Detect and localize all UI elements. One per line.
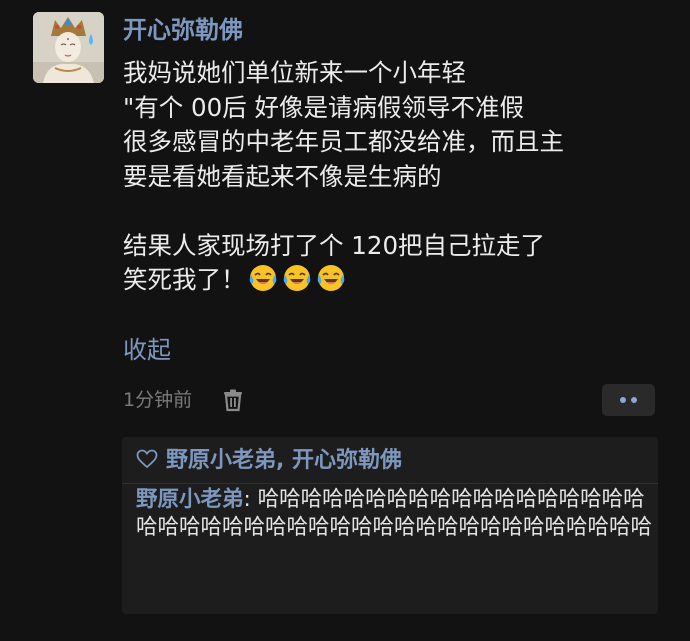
post-line: 结果人家现场打了个 120把自己拉走了 <box>123 230 546 260</box>
post-timestamp: 1分钟前 <box>123 389 193 411</box>
reply-separator: : <box>243 487 258 512</box>
laughing-crying-emoji-icon <box>317 265 344 291</box>
post-line <box>123 194 668 229</box>
heart-outline-icon <box>136 449 158 469</box>
post-last-line: 笑死我了！ <box>123 263 668 298</box>
post-author-name[interactable]: 开心弥勒佛 <box>123 13 243 47</box>
post-line-text: 笑死我了！ <box>123 265 246 294</box>
laughing-crying-emoji-icon <box>283 265 310 291</box>
post-line: 很多感冒的中老年员工都没给准，而且主 <box>123 127 564 156</box>
collapse-link[interactable]: 收起 <box>123 333 171 367</box>
divider <box>122 483 658 484</box>
laughing-crying-emoji-icon <box>249 265 276 291</box>
post-content: 我妈说她们单位新来一个小年轻 "有个 00后 好像是请病假领导不准假 很多感冒的… <box>123 56 668 298</box>
reply-comment[interactable]: 野原小老弟: 哈哈哈哈哈哈哈哈哈哈哈哈哈哈哈哈哈哈哈哈哈哈哈哈哈哈哈哈哈哈哈哈哈… <box>136 486 656 541</box>
liker-names[interactable]: 野原小老弟, 开心弥勒佛 <box>166 448 402 473</box>
likes-row: 野原小老弟, 开心弥勒佛 <box>136 445 402 477</box>
more-dots-icon <box>620 397 626 403</box>
trash-icon[interactable] <box>220 387 246 413</box>
post-line: "有个 00后 好像是请病假领导不准假 <box>123 92 525 122</box>
post-line: 要是看她看起来不像是生病的 <box>123 161 442 191</box>
more-dots-icon <box>631 397 637 403</box>
avatar[interactable] <box>33 12 104 83</box>
emoji-group <box>248 263 350 303</box>
post-line: 我妈说她们单位新来一个小年轻 <box>123 58 466 87</box>
reply-author[interactable]: 野原小老弟 <box>136 487 244 512</box>
likes-and-comments-panel: 野原小老弟, 开心弥勒佛 野原小老弟: 哈哈哈哈哈哈哈哈哈哈哈哈哈哈哈哈哈哈哈哈… <box>122 437 658 614</box>
more-options-button[interactable] <box>602 384 655 416</box>
buddha-statue-avatar-icon <box>33 12 104 83</box>
